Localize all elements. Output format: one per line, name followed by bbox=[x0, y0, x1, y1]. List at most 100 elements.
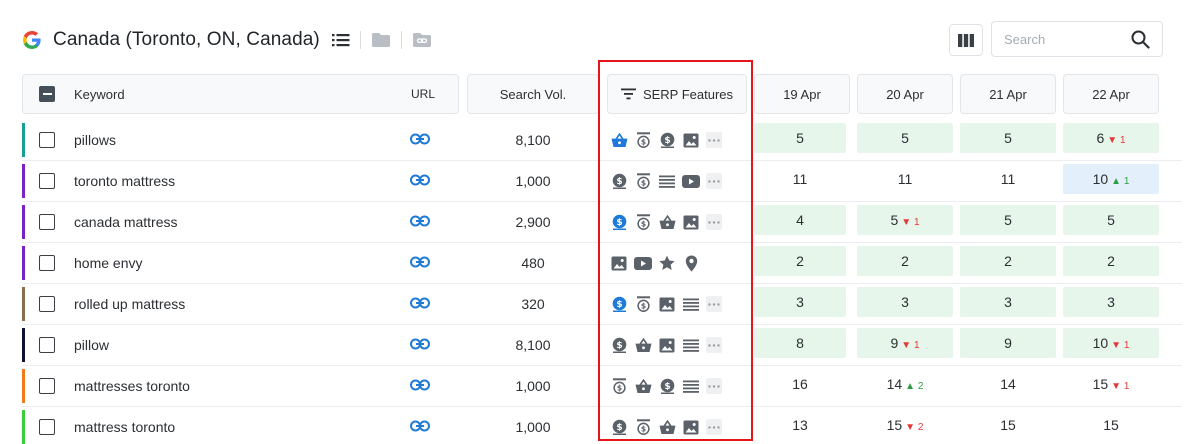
url-link-button[interactable] bbox=[410, 255, 434, 271]
serp-features-column-header[interactable]: SERP Features bbox=[607, 74, 747, 114]
date-column-header[interactable]: 21 Apr bbox=[960, 74, 1056, 114]
link-icon[interactable] bbox=[410, 174, 430, 186]
serp-features-cell[interactable]: $ $ bbox=[610, 376, 722, 396]
rank-cell[interactable]: 6 ▼ 1 bbox=[1063, 123, 1159, 153]
link-icon[interactable] bbox=[410, 297, 430, 309]
link-folder-button[interactable] bbox=[412, 32, 432, 48]
link-icon[interactable] bbox=[410, 215, 430, 227]
rank-cell[interactable]: 5 bbox=[1063, 205, 1159, 235]
row-checkbox[interactable] bbox=[39, 173, 55, 189]
rank-cell[interactable]: 3 bbox=[1063, 287, 1159, 317]
select-all-checkbox[interactable] bbox=[39, 86, 55, 102]
url-link-button[interactable] bbox=[410, 214, 434, 230]
url-link-button[interactable] bbox=[410, 296, 434, 312]
rank-cell[interactable]: 15 bbox=[960, 410, 1056, 440]
rank-cell[interactable]: 11 bbox=[960, 164, 1056, 194]
rank-cell[interactable]: 15 ▼ 1 bbox=[1063, 369, 1159, 399]
serp-features-cell[interactable]: $ $ bbox=[610, 212, 722, 232]
search-box[interactable] bbox=[991, 21, 1163, 57]
more-icon[interactable] bbox=[706, 378, 722, 394]
table-row[interactable]: mattresses toronto 1,000 $ $ 16 14 ▲ 2 14 15 ▼… bbox=[22, 366, 1182, 407]
more-icon[interactable] bbox=[706, 337, 722, 353]
more-icon[interactable] bbox=[706, 419, 722, 435]
rank-cell[interactable]: 5 bbox=[754, 123, 846, 153]
link-icon[interactable] bbox=[410, 256, 430, 268]
rank-cell[interactable]: 5 bbox=[960, 205, 1056, 235]
search-input[interactable] bbox=[1004, 31, 1134, 47]
rank-cell[interactable]: 5 bbox=[960, 123, 1056, 153]
rank-cell[interactable]: 2 bbox=[754, 246, 846, 276]
rank-cell[interactable]: 8 bbox=[754, 328, 846, 358]
rank-cell[interactable]: 15 bbox=[1063, 410, 1159, 440]
keyword-text[interactable]: rolled up mattress bbox=[74, 284, 185, 324]
url-link-button[interactable] bbox=[410, 337, 434, 353]
table-row[interactable]: toronto mattress 1,000 $ $ 11 11 11 10 ▲ 1 bbox=[22, 161, 1182, 202]
folder-button[interactable] bbox=[371, 32, 391, 48]
date-column-header[interactable]: 22 Apr bbox=[1063, 74, 1159, 114]
table-row[interactable]: mattress toronto 1,000 $ $ 13 15 ▼ 2 15 15 bbox=[22, 407, 1182, 444]
date-column-header[interactable]: 19 Apr bbox=[754, 74, 850, 114]
search-icon[interactable] bbox=[1131, 30, 1150, 49]
rank-cell[interactable]: 14 bbox=[960, 369, 1056, 399]
rank-cell[interactable]: 10 ▲ 1 bbox=[1063, 164, 1159, 194]
keyword-text[interactable]: canada mattress bbox=[74, 202, 178, 242]
rank-cell[interactable]: 14 ▲ 2 bbox=[857, 369, 953, 399]
more-icon[interactable] bbox=[706, 214, 722, 230]
url-header-label[interactable]: URL bbox=[411, 87, 435, 101]
more-icon[interactable] bbox=[706, 296, 722, 312]
link-icon[interactable] bbox=[410, 420, 430, 432]
serp-features-cell[interactable] bbox=[610, 253, 706, 273]
rank-cell[interactable]: 3 bbox=[754, 287, 846, 317]
keyword-column-header[interactable]: Keyword URL bbox=[22, 74, 459, 114]
table-row[interactable]: pillows 8,100 $ $ 5 5 5 6 ▼ 1 bbox=[22, 120, 1182, 161]
serp-features-cell[interactable]: $ $ bbox=[610, 130, 722, 150]
rank-cell[interactable]: 16 bbox=[754, 369, 846, 399]
row-checkbox[interactable] bbox=[39, 378, 55, 394]
rank-cell[interactable]: 9 ▼ 1 bbox=[857, 328, 953, 358]
keyword-text[interactable]: toronto mattress bbox=[74, 161, 175, 201]
row-checkbox[interactable] bbox=[39, 255, 55, 271]
rank-cell[interactable]: 11 bbox=[857, 164, 953, 194]
url-link-button[interactable] bbox=[410, 132, 434, 148]
table-row[interactable]: rolled up mattress 320 $ $ 3333 bbox=[22, 284, 1182, 325]
keyword-text[interactable]: mattress toronto bbox=[74, 407, 175, 444]
link-icon[interactable] bbox=[410, 133, 430, 145]
row-checkbox[interactable] bbox=[39, 214, 55, 230]
table-row[interactable]: canada mattress 2,900 $ $ 4 5 ▼ 155 bbox=[22, 202, 1182, 243]
rank-cell[interactable]: 10 ▼ 1 bbox=[1063, 328, 1159, 358]
keyword-text[interactable]: mattresses toronto bbox=[74, 366, 190, 406]
rank-cell[interactable]: 5 ▼ 1 bbox=[857, 205, 953, 235]
row-checkbox[interactable] bbox=[39, 132, 55, 148]
url-link-button[interactable] bbox=[410, 173, 434, 189]
serp-features-cell[interactable]: $ $ bbox=[610, 171, 722, 191]
rank-cell[interactable]: 4 bbox=[754, 205, 846, 235]
more-icon[interactable] bbox=[706, 132, 722, 148]
rank-cell[interactable]: 9 bbox=[960, 328, 1056, 358]
filter-icon[interactable] bbox=[620, 88, 636, 100]
link-icon[interactable] bbox=[410, 338, 430, 350]
rank-cell[interactable]: 2 bbox=[960, 246, 1056, 276]
rank-cell[interactable]: 2 bbox=[857, 246, 953, 276]
rank-cell[interactable]: 5 bbox=[857, 123, 953, 153]
search-volume-column-header[interactable]: Search Vol. bbox=[467, 74, 599, 114]
rank-cell[interactable]: 11 bbox=[754, 164, 846, 194]
row-checkbox[interactable] bbox=[39, 419, 55, 435]
more-icon[interactable] bbox=[706, 173, 722, 189]
serp-features-cell[interactable]: $ $ bbox=[610, 417, 722, 437]
rank-cell[interactable]: 2 bbox=[1063, 246, 1159, 276]
link-icon[interactable] bbox=[410, 379, 430, 391]
rank-cell[interactable]: 13 bbox=[754, 410, 846, 440]
url-link-button[interactable] bbox=[410, 419, 434, 435]
rank-cell[interactable]: 15 ▼ 2 bbox=[857, 410, 953, 440]
keyword-text[interactable]: pillow bbox=[74, 325, 109, 365]
serp-features-cell[interactable]: $ $ bbox=[610, 294, 722, 314]
serp-features-cell[interactable]: $ bbox=[610, 335, 722, 355]
keyword-text[interactable]: pillows bbox=[74, 120, 116, 160]
rank-cell[interactable]: 3 bbox=[857, 287, 953, 317]
row-checkbox[interactable] bbox=[39, 296, 55, 312]
date-column-header[interactable]: 20 Apr bbox=[857, 74, 953, 114]
columns-button[interactable] bbox=[949, 24, 983, 56]
url-link-button[interactable] bbox=[410, 378, 434, 394]
table-row[interactable]: home envy 480 2 2 2 2 bbox=[22, 243, 1182, 284]
keyword-text[interactable]: home envy bbox=[74, 243, 142, 283]
